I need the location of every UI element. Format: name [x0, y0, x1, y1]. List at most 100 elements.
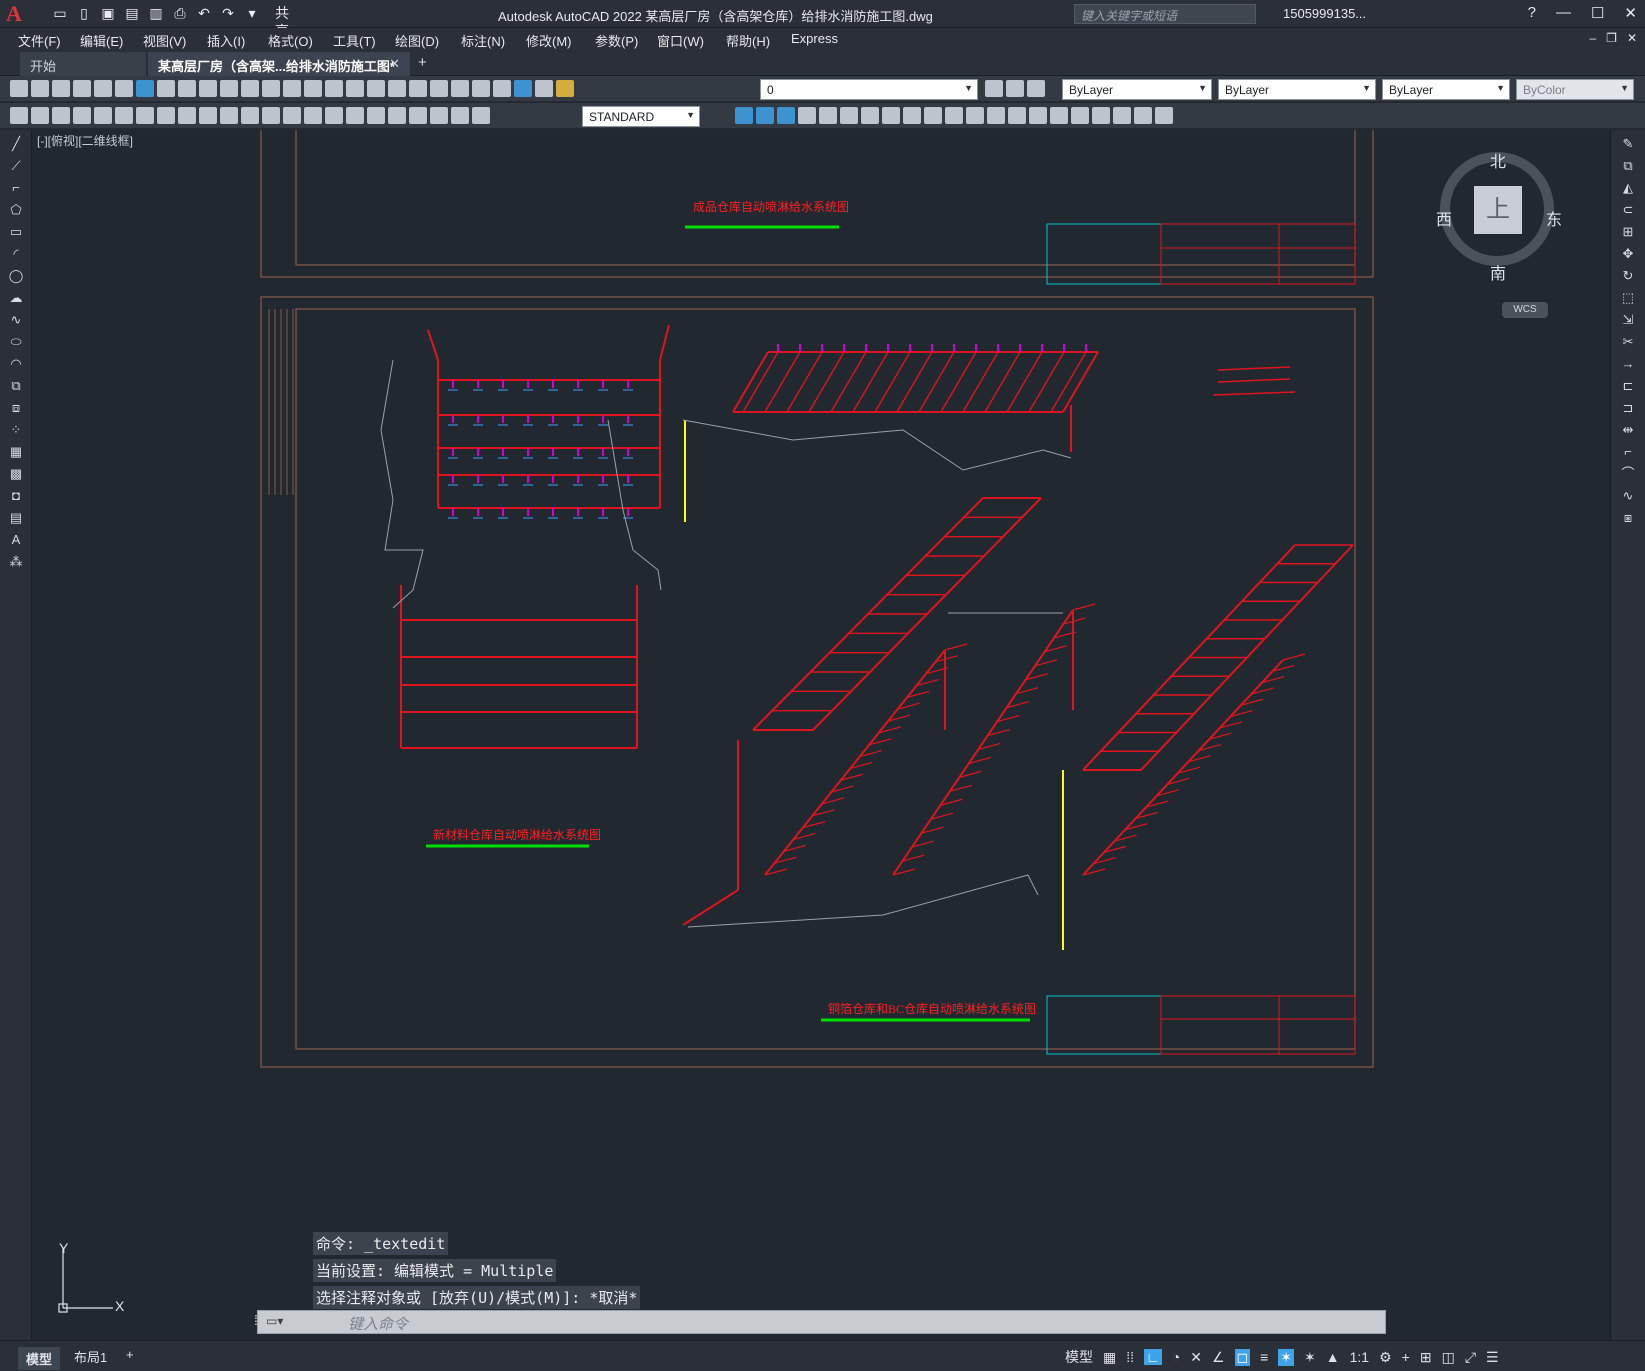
- maximize-icon[interactable]: ☐: [1591, 4, 1604, 22]
- polar-icon[interactable]: ◔: [1172, 1349, 1180, 1365]
- arc-icon[interactable]: ◜: [7, 246, 25, 262]
- shell-icon[interactable]: [1029, 107, 1047, 124]
- zoom-realtime-icon[interactable]: [325, 80, 343, 97]
- isolate-icon[interactable]: ◫: [1442, 1349, 1455, 1366]
- block-editor-icon[interactable]: [241, 80, 259, 97]
- intersect-icon[interactable]: [777, 107, 795, 124]
- tab-start[interactable]: 开始: [20, 52, 146, 76]
- scale-value[interactable]: 1:1: [1350, 1349, 1369, 1365]
- menu-draw[interactable]: 绘图(D): [395, 31, 439, 50]
- zoom-window-icon[interactable]: [346, 80, 364, 97]
- layer-dropdown[interactable]: 0 ▼: [760, 79, 978, 100]
- doc-minimize-icon[interactable]: –: [1589, 31, 1596, 45]
- copy-icon[interactable]: [178, 80, 196, 97]
- blend-curves-icon[interactable]: ∿: [1619, 488, 1637, 504]
- delete-faces-icon[interactable]: [861, 107, 879, 124]
- text-style-dropdown[interactable]: STANDARD ▼: [582, 106, 700, 127]
- qnew-icon[interactable]: [10, 80, 28, 97]
- customize-icon[interactable]: ▾: [242, 4, 262, 22]
- lineweight-dropdown[interactable]: ByLayer ▼: [1382, 79, 1510, 100]
- chamfer-icon[interactable]: ⌐: [1619, 444, 1637, 460]
- erase-icon[interactable]: ✎: [1619, 136, 1637, 152]
- model-space-button[interactable]: 模型: [1065, 1347, 1093, 1367]
- add-layout-icon[interactable]: +: [126, 1347, 134, 1362]
- ellipse-arc-icon[interactable]: ◠: [7, 356, 25, 372]
- scale-icon[interactable]: ⬚: [1619, 290, 1637, 306]
- annotation-scale-icon[interactable]: ▲: [1326, 1349, 1340, 1365]
- menu-insert[interactable]: 插入(I): [207, 31, 245, 50]
- compass-south[interactable]: 南: [1490, 260, 1506, 284]
- customize-status-icon[interactable]: ☰: [1486, 1349, 1499, 1366]
- extend-icon[interactable]: →: [1619, 356, 1637, 372]
- share-button[interactable]: 共享: [272, 4, 292, 39]
- offset-faces-icon[interactable]: [840, 107, 858, 124]
- save-icon[interactable]: ▣: [98, 4, 118, 22]
- minimize-icon[interactable]: —: [1556, 4, 1571, 22]
- search-input[interactable]: 键入关键字或短语: [1074, 4, 1256, 24]
- add-selected-icon[interactable]: ⁂: [7, 554, 25, 570]
- diameter-dim-icon[interactable]: [199, 107, 217, 124]
- matchprop-icon[interactable]: [220, 80, 238, 97]
- angular-dim-icon[interactable]: [220, 107, 238, 124]
- layer-match-icon[interactable]: [1027, 80, 1045, 97]
- menu-tools[interactable]: 工具(T): [333, 31, 376, 50]
- sheet-set-icon[interactable]: [451, 80, 469, 97]
- doc-close-icon[interactable]: ✕: [1627, 31, 1637, 45]
- command-recent-icon[interactable]: ▭▾: [266, 1314, 283, 1328]
- menu-express[interactable]: Express: [791, 31, 838, 46]
- continue-dim-icon[interactable]: [283, 107, 301, 124]
- command-line[interactable]: ▭▾ 键入命令: [257, 1310, 1386, 1334]
- interfere-icon[interactable]: [1134, 107, 1152, 124]
- markup-icon[interactable]: [472, 80, 490, 97]
- menu-modify[interactable]: 修改(M): [526, 31, 572, 50]
- insert-block-icon[interactable]: ⧉: [7, 378, 25, 394]
- viewcube[interactable]: 上 北 南 西 东: [1432, 144, 1562, 283]
- ordinate-icon[interactable]: [136, 107, 154, 124]
- taper-faces-icon[interactable]: [903, 107, 921, 124]
- tab-close-icon[interactable]: ✕: [389, 56, 400, 72]
- properties-icon[interactable]: [388, 80, 406, 97]
- radius-dim-icon[interactable]: [157, 107, 175, 124]
- annotation-visibility-icon[interactable]: ✶: [1278, 1348, 1295, 1366]
- dim-text-edit-icon[interactable]: [451, 107, 469, 124]
- hardware-accel-icon[interactable]: ⊞: [1420, 1349, 1432, 1366]
- rotate-icon[interactable]: ↻: [1619, 268, 1637, 284]
- copy-faces-icon[interactable]: [924, 107, 942, 124]
- fullscreen-icon[interactable]: ⤢: [1465, 1349, 1476, 1366]
- move-icon[interactable]: ✥: [1619, 246, 1637, 262]
- osnap-tracking-icon[interactable]: ∠: [1212, 1349, 1225, 1366]
- trim-icon[interactable]: ✂: [1619, 334, 1637, 350]
- layer-previous-icon[interactable]: [1006, 80, 1024, 97]
- revcloud-icon[interactable]: ☁: [7, 290, 25, 306]
- hatch-icon[interactable]: ▦: [7, 444, 25, 460]
- compass-west[interactable]: 西: [1436, 206, 1452, 230]
- center-mark-icon[interactable]: [367, 107, 385, 124]
- print-icon[interactable]: [73, 80, 91, 97]
- plotstyle-dropdown[interactable]: ByColor ▼: [1516, 79, 1634, 100]
- arc-length-icon[interactable]: [115, 107, 133, 124]
- save-tool-icon[interactable]: [52, 80, 70, 97]
- autoscale-icon[interactable]: ✶: [1304, 1349, 1316, 1366]
- dim-edit-icon[interactable]: [430, 107, 448, 124]
- help-icon[interactable]: ?: [1528, 4, 1536, 22]
- dim-update-icon[interactable]: [472, 107, 490, 124]
- union-icon[interactable]: [735, 107, 753, 124]
- design-center-icon[interactable]: [409, 80, 427, 97]
- offset-icon[interactable]: ⊂: [1619, 202, 1637, 218]
- menu-parametric[interactable]: 参数(P): [595, 31, 638, 50]
- inspection-icon[interactable]: [388, 107, 406, 124]
- fillet-icon[interactable]: ⌒: [1619, 466, 1637, 482]
- array-icon[interactable]: ⊞: [1619, 224, 1637, 240]
- menu-window[interactable]: 窗口(W): [657, 31, 704, 50]
- rotate-faces-icon[interactable]: [882, 107, 900, 124]
- new-tab-icon[interactable]: +: [418, 54, 427, 71]
- publish-tool-icon[interactable]: [115, 80, 133, 97]
- gradient-icon[interactable]: ▩: [7, 466, 25, 482]
- table-icon[interactable]: ▤: [7, 510, 25, 526]
- section-icon[interactable]: [1113, 107, 1131, 124]
- check-icon[interactable]: [1050, 107, 1068, 124]
- dim-space-icon[interactable]: [304, 107, 322, 124]
- ellipse-icon[interactable]: ⬭: [7, 334, 25, 350]
- compass-north[interactable]: 北: [1490, 148, 1506, 172]
- extrude-faces-icon[interactable]: [798, 107, 816, 124]
